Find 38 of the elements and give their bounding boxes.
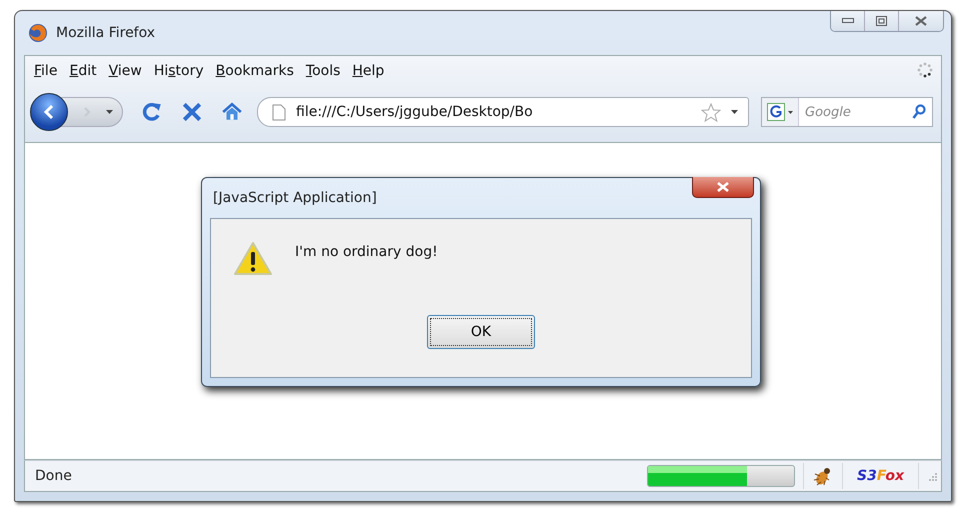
reload-icon[interactable] (141, 101, 163, 123)
close-icon (915, 16, 927, 26)
dialog-message: I'm no ordinary dog! (295, 244, 438, 260)
maximize-icon (876, 16, 887, 26)
search-engine-icon (767, 103, 785, 121)
back-button[interactable] (30, 93, 68, 131)
dropdown-icon[interactable] (731, 110, 738, 114)
warning-icon (233, 241, 273, 277)
search-bar[interactable]: Google (761, 97, 933, 127)
search-engine-button[interactable] (762, 98, 799, 126)
search-icon[interactable] (912, 104, 926, 120)
menu-item[interactable]: Bookmarks (214, 61, 295, 81)
close-button[interactable] (899, 11, 943, 31)
history-dropdown-icon[interactable] (106, 110, 113, 114)
maximize-button[interactable] (865, 11, 899, 31)
page-icon (272, 104, 286, 120)
address-bar[interactable]: file:///C:/Users/jggube/Desktop/Bo (257, 97, 749, 127)
menu-item[interactable]: History (152, 61, 205, 81)
dialog-title: [JavaScript Application] (212, 190, 377, 206)
browser-logo-icon (28, 23, 48, 43)
menu-item[interactable]: Edit (68, 61, 98, 81)
menu-item[interactable]: Help (351, 61, 386, 81)
addon-logo[interactable]: S3Fox (851, 468, 910, 484)
status-text: Done (35, 468, 73, 484)
close-icon (717, 182, 729, 192)
ok-button[interactable]: OK (427, 315, 535, 349)
loading-spinner-icon (917, 62, 933, 78)
resize-grip-icon[interactable] (927, 471, 937, 481)
dropdown-icon (788, 110, 793, 114)
stop-icon[interactable] (181, 101, 203, 123)
star-icon[interactable] (701, 102, 721, 122)
window-title: Mozilla Firefox (56, 25, 156, 41)
minimize-button[interactable] (831, 11, 865, 31)
menu-item[interactable]: View (108, 61, 143, 81)
minimize-icon (842, 18, 854, 24)
menu-item[interactable]: File (33, 61, 58, 81)
close-button[interactable] (692, 177, 754, 198)
menu-item[interactable]: Tools (304, 61, 342, 81)
